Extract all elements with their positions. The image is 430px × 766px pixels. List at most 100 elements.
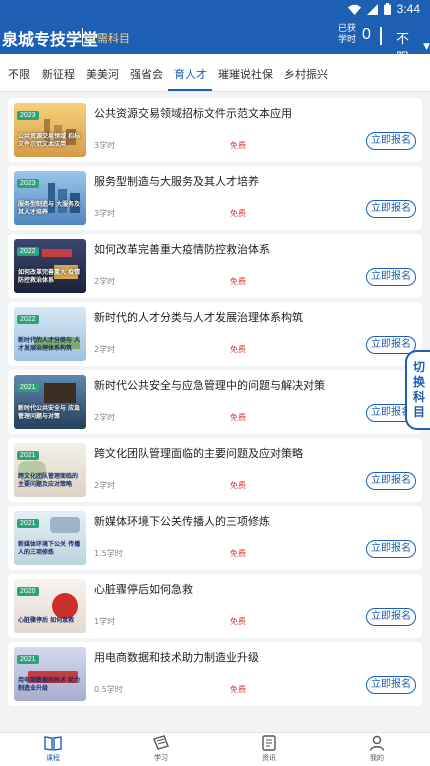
nav-news[interactable]: 资讯: [244, 735, 294, 763]
tab-rural-revitalization[interactable]: 乡村振兴: [284, 66, 328, 82]
thumbnail-caption: 公共资源交易领域 招标文件示范文本应用: [18, 133, 81, 148]
course-thumbnail: 2022 如何改革完善重大 疫情防控救治体系: [14, 239, 86, 293]
active-tab-indicator: [168, 89, 212, 91]
tab-new-journey[interactable]: 新征程: [42, 66, 75, 82]
tab-all[interactable]: 不限: [8, 66, 30, 82]
course-price: 免费: [230, 277, 246, 286]
wifi-icon: [347, 4, 361, 15]
nav-mine-label: 我的: [370, 754, 384, 762]
course-price: 免费: [230, 141, 246, 150]
study-icon: [153, 735, 169, 750]
year-badge: 2021: [17, 451, 39, 460]
course-card[interactable]: 2022 如何改革完善重大 疫情防控救治体系 如何改革完善重大疫情防控救治体系 …: [8, 234, 422, 298]
nav-study-label: 学习: [154, 754, 168, 762]
course-price: 免费: [230, 549, 246, 558]
course-title: 新媒体环境下公关传播人的三项修炼: [94, 515, 270, 528]
news-icon: [262, 735, 276, 751]
year-badge: 2021: [17, 655, 39, 664]
course-hours: 1学时: [94, 617, 116, 626]
clock-time: 3:44: [396, 2, 420, 16]
status-bar: 3:44: [0, 0, 430, 20]
course-price: 免费: [230, 209, 246, 218]
earned-hours-label: 已获学时: [337, 24, 356, 45]
course-title: 如何改革完善重大疫情防控救治体系: [94, 243, 270, 256]
course-title: 服务型制造与大服务及其人才培养: [94, 175, 259, 188]
tab-strong-capital[interactable]: 强省会: [130, 66, 163, 82]
course-card[interactable]: 2022 新时代的人才分类与 人才发展治理体系构筑 新时代的人才分类与人才发展治…: [8, 302, 422, 366]
course-hours: 2学时: [94, 413, 116, 422]
enroll-button[interactable]: 立即报名: [366, 608, 416, 626]
thumbnail-caption: 如何改革完善重大 疫情防控救治体系: [18, 269, 81, 284]
thumbnail-caption: 服务型制造与 大服务及其人才培养: [18, 201, 81, 216]
thumbnail-caption: 跨文化团队管理面临的 主要问题及应对策略: [18, 473, 79, 488]
course-card[interactable]: 2021 新时代公共安全与 应急管理问题与对策 新时代公共安全与应急管理中的问题…: [8, 370, 422, 434]
enroll-button[interactable]: 立即报名: [366, 540, 416, 558]
enroll-button[interactable]: 立即报名: [366, 268, 416, 286]
course-card[interactable]: 2023 服务型制造与 大服务及其人才培养 服务型制造与大服务及其人才培养 3学…: [8, 166, 422, 230]
course-hours: 3学时: [94, 209, 116, 218]
thumbnail-caption: 心脏骤停后 如何急救: [18, 617, 75, 624]
course-hours: 2学时: [94, 481, 116, 490]
year-badge: 2020: [17, 587, 39, 596]
app-brand: 泉城专技学堂: [2, 30, 99, 49]
nav-courses[interactable]: 课程: [28, 735, 78, 763]
course-list: 2023 公共资源交易领域 招标文件示范文本应用 公共资源交易领域招标文件示范文…: [0, 92, 430, 732]
course-thumbnail: 2021 新时代公共安全与 应急管理问题与对策: [14, 375, 86, 429]
course-thumbnail: 2021 用电商数据和技术 助力制造业升级: [14, 647, 86, 701]
course-thumbnail: 2021 跨文化团队管理面临的 主要问题及应对策略: [14, 443, 86, 497]
thumbnail-caption: 用电商数据和技术 助力制造业升级: [18, 677, 81, 692]
tab-beautiful-river[interactable]: 美美河: [86, 66, 119, 82]
person-icon: [369, 735, 385, 751]
header-divider: [380, 27, 382, 45]
tab-talent[interactable]: 育人才: [174, 66, 207, 82]
course-thumbnail: 2023 服务型制造与 大服务及其人才培养: [14, 171, 86, 225]
enroll-button[interactable]: 立即报名: [366, 336, 416, 354]
course-title: 新时代的人才分类与人才发展治理体系构筑: [94, 311, 303, 324]
year-badge: 2022: [17, 247, 39, 256]
app-header: 泉城专技学堂 公需科目 已获学时 0 不限 ▼: [0, 20, 430, 66]
tab-social-security[interactable]: 璀璀说社保: [218, 66, 273, 82]
signal-icon: [366, 3, 378, 15]
nav-news-label: 资讯: [262, 754, 276, 762]
thumbnail-caption: 新时代的人才分类与 人才发展治理体系构筑: [18, 337, 81, 352]
course-price: 免费: [230, 617, 246, 626]
course-thumbnail: 2021 新媒体环境下公关 传播人的三项修炼: [14, 511, 86, 565]
year-badge: 2021: [17, 383, 39, 392]
course-card[interactable]: 2023 公共资源交易领域 招标文件示范文本应用 公共资源交易领域招标文件示范文…: [8, 98, 422, 162]
enroll-button[interactable]: 立即报名: [366, 472, 416, 490]
earned-hours-value: 0: [362, 26, 371, 43]
thumbnail-caption: 新时代公共安全与 应急管理问题与对策: [18, 405, 81, 420]
battery-icon: [383, 3, 391, 15]
nav-mine[interactable]: 我的: [352, 735, 402, 763]
course-title: 用电商数据和技术助力制造业升级: [94, 651, 259, 664]
enroll-button[interactable]: 立即报名: [366, 200, 416, 218]
course-card[interactable]: 2021 跨文化团队管理面临的 主要问题及应对策略 跨文化团队管理面临的主要问题…: [8, 438, 422, 502]
course-hours: 3学时: [94, 141, 116, 150]
course-card[interactable]: 2020 心脏骤停后 如何急救 心脏骤停后如何急救 1学时 免费 立即报名: [8, 574, 422, 638]
chevron-down-icon: ▼: [423, 42, 430, 52]
switch-subject-button[interactable]: 切换科目: [405, 350, 430, 430]
course-hours: 1.5学时: [94, 549, 123, 558]
switch-subject-label: 切换科目: [413, 360, 426, 419]
course-price: 免费: [230, 685, 246, 694]
course-price: 免费: [230, 481, 246, 490]
course-price: 免费: [230, 413, 246, 422]
enroll-button[interactable]: 立即报名: [366, 676, 416, 694]
course-card[interactable]: 2021 新媒体环境下公关 传播人的三项修炼 新媒体环境下公关传播人的三项修炼 …: [8, 506, 422, 570]
year-badge: 2023: [17, 111, 39, 120]
nav-study[interactable]: 学习: [136, 735, 186, 763]
book-icon: [44, 736, 62, 751]
nav-courses-label: 课程: [46, 754, 60, 762]
year-badge: 2022: [17, 315, 39, 324]
year-badge: 2021: [17, 519, 39, 528]
course-thumbnail: 2022 新时代的人才分类与 人才发展治理体系构筑: [14, 307, 86, 361]
status-icons: 3:44: [347, 2, 420, 16]
brand-divider: [82, 28, 83, 46]
year-badge: 2023: [17, 179, 39, 188]
course-hours: 0.5学时: [94, 685, 123, 694]
enroll-button[interactable]: 立即报名: [366, 132, 416, 150]
course-thumbnail: 2023 公共资源交易领域 招标文件示范文本应用: [14, 103, 86, 157]
course-price: 免费: [230, 345, 246, 354]
course-card[interactable]: 2021 用电商数据和技术 助力制造业升级 用电商数据和技术助力制造业升级 0.…: [8, 642, 422, 706]
category-tabs: 不限 新征程 美美河 强省会 育人才 璀璀说社保 乡村振兴: [0, 54, 430, 92]
